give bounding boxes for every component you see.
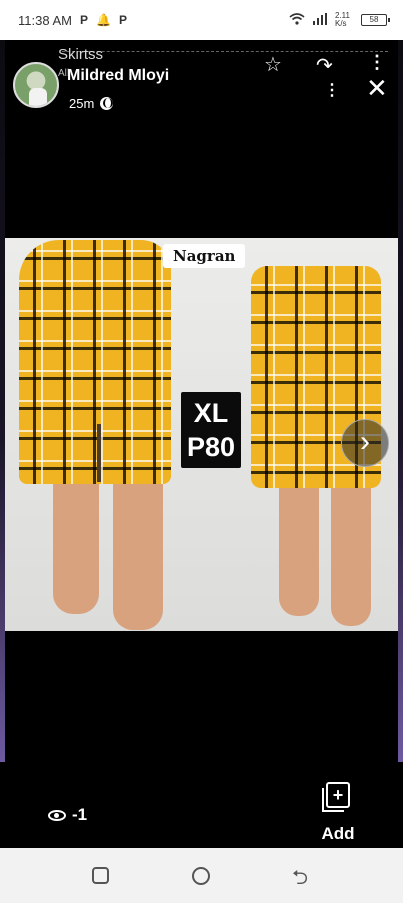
avatar[interactable] xyxy=(13,62,59,108)
leg xyxy=(331,486,371,626)
star-icon[interactable]: ☆ xyxy=(264,52,282,77)
back-icon[interactable]: ⮌ xyxy=(292,863,308,897)
status-bar: 11:38 AM P 🔔 P 2.11 K/s 58 xyxy=(0,0,403,40)
more-icon[interactable]: ⋮ xyxy=(368,52,386,73)
post-time: 25m xyxy=(69,96,114,111)
product-photo[interactable]: Nagran XL P80 › xyxy=(5,238,398,631)
recent-apps-icon[interactable] xyxy=(92,867,109,884)
header-divider xyxy=(62,51,388,52)
post-header: Skirtss All ☆ ↷ ⋮ Mildred Mloyi 25m ⋮ ✕ xyxy=(0,40,403,111)
views-counter[interactable]: -1 xyxy=(48,805,87,825)
poster-name[interactable]: Mildred Mloyi xyxy=(67,67,169,85)
price-label: P80 xyxy=(187,432,236,462)
home-icon[interactable] xyxy=(192,867,210,885)
size-label: XL xyxy=(193,398,229,428)
plaid-skirt-back xyxy=(19,240,171,484)
frame-right xyxy=(398,40,403,762)
close-icon[interactable]: ✕ xyxy=(366,75,388,101)
views-count: -1 xyxy=(72,805,88,824)
add-label: Add xyxy=(321,824,355,843)
wifi-icon xyxy=(289,12,305,28)
status-time: 11:38 AM xyxy=(18,12,72,28)
notification-bell-icon: 🔔 xyxy=(95,13,111,27)
time-ago: 25m xyxy=(69,96,95,111)
next-photo-button[interactable]: › xyxy=(341,419,389,467)
status-left: 11:38 AM P 🔔 P xyxy=(18,13,127,28)
notification-p-icon: P xyxy=(79,13,88,27)
album-title: Skirtss xyxy=(58,46,103,63)
system-nav-bar: ⮌ xyxy=(0,848,403,903)
eye-icon xyxy=(48,809,66,821)
options-icon[interactable]: ⋮ xyxy=(324,80,340,100)
leg xyxy=(53,482,99,614)
leg xyxy=(279,486,319,616)
leg xyxy=(113,482,163,630)
battery-icon: 58 xyxy=(361,14,390,26)
notification-p2-icon: P xyxy=(118,13,127,27)
status-right: 2.11 K/s 58 xyxy=(289,11,390,28)
brand-label: Nagran xyxy=(163,244,246,268)
add-button[interactable]: + Add xyxy=(318,782,358,844)
share-icon[interactable]: ↷ xyxy=(316,53,333,78)
size-price-tag: XL P80 xyxy=(181,392,242,468)
signal-icon xyxy=(313,12,327,28)
globe-icon xyxy=(100,97,114,110)
add-to-album-icon: + xyxy=(322,782,350,812)
network-speed: 2.11 K/s xyxy=(335,11,350,28)
skirt-slit xyxy=(97,424,101,482)
bottom-bar: -1 + Add xyxy=(0,762,403,848)
